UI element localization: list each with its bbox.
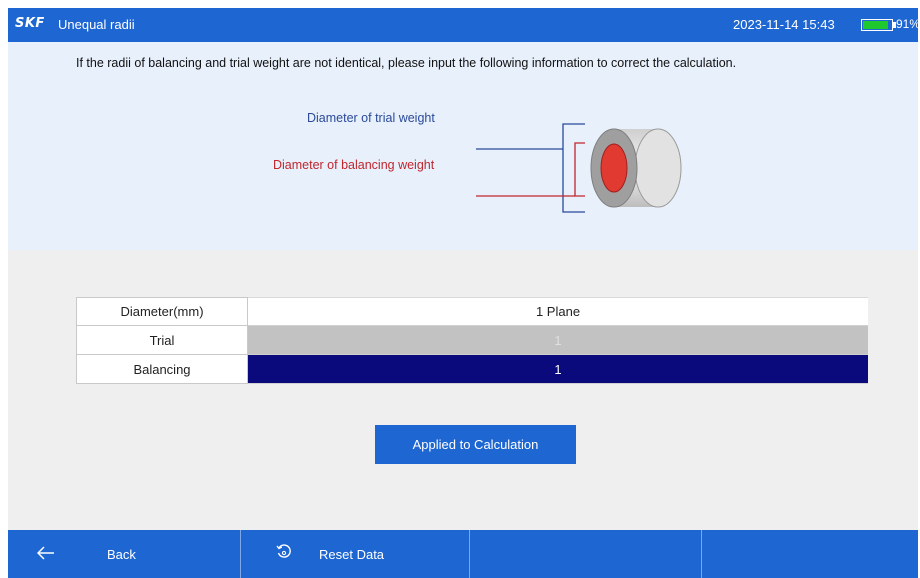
page-title: Unequal radii (58, 17, 135, 32)
weight-diagram (476, 123, 682, 213)
cylinder-back (634, 128, 682, 208)
reset-data-button[interactable]: Reset Data (241, 530, 470, 578)
balancing-diameter-label: Diameter of balancing weight (273, 158, 435, 172)
reset-label: Reset Data (319, 547, 385, 562)
plane-header: 1 Plane (248, 297, 868, 326)
bottom-slot-4 (702, 530, 918, 578)
balancing-weight-disk (600, 143, 628, 193)
info-panel (8, 42, 918, 250)
instruction-text: If the radii of balancing and trial weig… (76, 56, 737, 70)
table-header-row: Diameter(mm) 1 Plane (76, 297, 868, 326)
balancing-bracket (574, 142, 585, 197)
apply-to-calculation-button[interactable]: Applied to Calculation (375, 425, 576, 464)
arrow-left-icon (37, 546, 54, 560)
trial-value-field[interactable]: 1 (248, 326, 868, 355)
back-button[interactable]: Back (8, 530, 241, 578)
battery-icon (861, 19, 893, 31)
battery-percent: 91% (896, 17, 918, 31)
trial-row-label: Trial (76, 326, 248, 355)
diameter-table: Diameter(mm) 1 Plane Trial 1 Balancing 1 (76, 297, 868, 384)
bottom-slot-3 (470, 530, 702, 578)
top-bar: SKF Unequal radii 2023-11-14 15:43 91% (8, 8, 918, 42)
battery-level (863, 21, 888, 29)
skf-logo: SKF (15, 16, 45, 31)
balancing-value-field[interactable]: 1 (248, 355, 868, 384)
app-window: SKF Unequal radii 2023-11-14 15:43 91% I… (8, 8, 918, 578)
diameter-header: Diameter(mm) (76, 297, 248, 326)
reset-icon (276, 544, 291, 558)
table-row-trial[interactable]: Trial 1 (76, 326, 868, 355)
trial-bracket (562, 123, 585, 213)
table-row-balancing[interactable]: Balancing 1 (76, 355, 868, 384)
back-label: Back (107, 547, 136, 562)
trial-diameter-label: Diameter of trial weight (307, 111, 435, 125)
bottom-bar: Back Reset Data (8, 530, 918, 578)
balancing-row-label: Balancing (76, 355, 248, 384)
datetime: 2023-11-14 15:43 (733, 17, 835, 32)
